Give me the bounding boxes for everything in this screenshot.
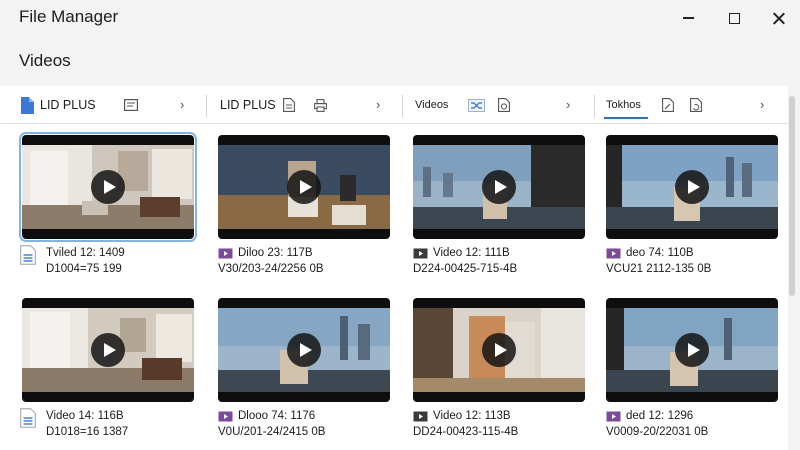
file-name-text: Video 12: 111B bbox=[433, 247, 510, 259]
tab-label: LID PLUS bbox=[220, 98, 276, 112]
title-bar: File Manager bbox=[0, 0, 800, 36]
minimize-button[interactable] bbox=[665, 0, 711, 36]
file-name: Video 12: 111B bbox=[413, 245, 510, 261]
file-card[interactable]: Tviled 12: 1409 D1004=75 199 bbox=[19, 132, 197, 275]
file-name: deo 74: 110B bbox=[606, 245, 694, 261]
file-name-text: deo 74: 110B bbox=[626, 247, 694, 259]
vertical-scrollbar[interactable] bbox=[789, 96, 795, 296]
chevron-right-icon[interactable]: › bbox=[376, 97, 380, 112]
file-details: DD24-00423-115-4B bbox=[413, 426, 519, 438]
file-card[interactable]: Video 12: 111B D224-00425-715-4B bbox=[413, 135, 585, 275]
file-details: V0U/201-24/2415 0B bbox=[218, 426, 326, 438]
file-name: Tviled 12: 1409 bbox=[46, 247, 125, 259]
tab-divider bbox=[206, 95, 207, 117]
file-refresh-icon[interactable] bbox=[689, 98, 703, 112]
file-name: ded 12: 1296 bbox=[606, 408, 693, 424]
play-icon[interactable] bbox=[287, 333, 321, 367]
video-file-icon bbox=[606, 248, 621, 259]
tab-videos[interactable]: Videos bbox=[415, 86, 517, 124]
close-icon bbox=[772, 12, 785, 25]
print-icon[interactable] bbox=[314, 98, 328, 112]
tab-label: Tokhos bbox=[606, 99, 641, 111]
tab-divider bbox=[594, 95, 595, 117]
video-file-icon bbox=[218, 411, 233, 422]
play-icon[interactable] bbox=[482, 333, 516, 367]
file-name-text: ded 12: 1296 bbox=[626, 410, 694, 422]
tab-divider bbox=[402, 95, 403, 117]
tab-lid-plus-2[interactable]: LID PLUS bbox=[220, 86, 334, 124]
document-icon bbox=[20, 408, 36, 428]
play-icon[interactable] bbox=[482, 170, 516, 204]
maximize-button[interactable] bbox=[711, 0, 757, 36]
play-icon[interactable] bbox=[91, 170, 125, 204]
file-name: Dlooo 74: 1176 bbox=[218, 408, 315, 424]
minimize-icon bbox=[682, 17, 694, 19]
document-icon bbox=[20, 245, 36, 265]
video-file-icon bbox=[606, 411, 621, 422]
video-thumbnail[interactable] bbox=[413, 298, 585, 402]
close-button[interactable] bbox=[755, 0, 800, 36]
page-title: Videos bbox=[19, 51, 71, 70]
file-name: Video 12: 113B bbox=[413, 408, 511, 424]
file-card[interactable]: Video 14: 116B D1018=16 1387 bbox=[20, 298, 194, 438]
video-file-icon bbox=[413, 248, 428, 259]
video-thumbnail[interactable] bbox=[606, 298, 778, 402]
video-thumbnail[interactable] bbox=[218, 135, 390, 239]
file-card[interactable]: Dlooo 74: 1176 V0U/201-24/2415 0B bbox=[218, 298, 390, 438]
tab-label: LID PLUS bbox=[40, 98, 96, 112]
active-tab-indicator bbox=[604, 117, 648, 119]
file-clock-icon[interactable] bbox=[497, 98, 511, 112]
file-details: V30/203-24/2256 0B bbox=[218, 263, 324, 275]
file-details: V0009-20/22031 0B bbox=[606, 426, 709, 438]
chevron-right-icon[interactable]: › bbox=[760, 97, 764, 112]
play-icon[interactable] bbox=[675, 333, 709, 367]
file-card[interactable]: deo 74: 110B VCU21 2112-135 0B bbox=[606, 135, 778, 275]
file-manager-window: File Manager Videos LID PLUS › LID PLUS bbox=[0, 0, 800, 450]
file-icon[interactable] bbox=[282, 98, 296, 112]
chevron-right-icon[interactable]: › bbox=[566, 97, 570, 112]
file-details: D1018=16 1387 bbox=[46, 426, 129, 438]
tab-label: Videos bbox=[415, 99, 449, 111]
file-card[interactable]: Video 12: 113B DD24-00423-115-4B bbox=[413, 298, 585, 438]
tab-strip: LID PLUS › LID PLUS › Videos › Tokhos › bbox=[0, 86, 788, 124]
document-icon bbox=[20, 96, 34, 114]
list-icon[interactable] bbox=[123, 98, 138, 112]
app-title: File Manager bbox=[19, 7, 119, 26]
play-icon[interactable] bbox=[675, 170, 709, 204]
maximize-icon bbox=[728, 12, 740, 24]
video-thumbnail[interactable] bbox=[22, 298, 194, 402]
play-icon[interactable] bbox=[91, 333, 125, 367]
file-name-text: Dlooo 74: 1176 bbox=[238, 410, 316, 422]
play-icon[interactable] bbox=[287, 170, 321, 204]
shuffle-icon[interactable] bbox=[468, 98, 486, 112]
file-details: D224-00425-715-4B bbox=[413, 263, 518, 275]
file-name: Diloo 23: 117B bbox=[218, 245, 313, 261]
video-thumbnail[interactable] bbox=[413, 135, 585, 239]
chevron-right-icon[interactable]: › bbox=[180, 97, 184, 112]
video-file-icon bbox=[218, 248, 233, 259]
video-thumbnail[interactable] bbox=[606, 135, 778, 239]
file-card[interactable]: ded 12: 1296 V0009-20/22031 0B bbox=[606, 298, 778, 438]
video-thumbnail[interactable] bbox=[19, 132, 197, 242]
file-edit-icon[interactable] bbox=[661, 98, 675, 112]
file-details: VCU21 2112-135 0B bbox=[606, 263, 712, 275]
video-file-icon bbox=[413, 411, 428, 422]
file-details: D1004=75 199 bbox=[46, 263, 122, 275]
video-thumbnail[interactable] bbox=[218, 298, 390, 402]
file-name: Video 14: 116B bbox=[46, 410, 124, 422]
file-name-text: Video 12: 113B bbox=[433, 410, 511, 422]
file-card[interactable]: Diloo 23: 117B V30/203-24/2256 0B bbox=[218, 135, 390, 275]
tab-lid-plus-1[interactable]: LID PLUS bbox=[20, 86, 144, 124]
file-name-text: Diloo 23: 117B bbox=[238, 247, 313, 259]
